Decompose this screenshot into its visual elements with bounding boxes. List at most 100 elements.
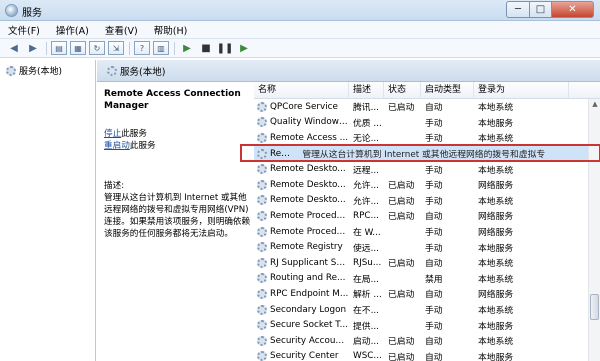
services-pane: 服务(本地) Remote Access Connection Manager … (97, 60, 600, 361)
restart-link-suffix: 此服务 (129, 141, 156, 151)
service-login-cell: 本地系统 (478, 134, 514, 145)
table-row[interactable]: Remote Deskto... 允许... 已启动 手动 本地系统 (254, 193, 588, 209)
service-status-cell: 已启动 (388, 259, 415, 270)
table-row[interactable]: Remote Deskto... 远程... 手动 本地系统 (254, 161, 588, 177)
service-status-cell: 已启动 (388, 290, 415, 301)
table-row[interactable]: Secondary Logon 在不... 手动 本地系统 (254, 302, 588, 318)
col-log-on-as[interactable]: 登录为 (474, 82, 569, 98)
service-startup-cell: 自动 (425, 290, 443, 301)
help-icon[interactable]: ? (134, 41, 150, 55)
vertical-scrollbar[interactable]: ▲ (588, 99, 600, 361)
service-startup-cell: 自动 (425, 259, 443, 270)
service-name-cell: Remote Deskto... (254, 164, 349, 175)
restart-service-line: 重启动此服务 (104, 140, 252, 152)
export-list-icon[interactable]: ⇲ (108, 41, 124, 55)
service-description-cell: 允许... (353, 196, 379, 207)
service-name-cell: Routing and Re... (254, 273, 349, 284)
table-row[interactable]: Quality Windows... 优质 ... 手动 本地服务 (254, 115, 588, 131)
column-headers: 名称 描述 状态 启动类型 登录为 (254, 82, 600, 99)
close-button[interactable]: ✕ (552, 1, 594, 18)
table-row[interactable]: Security Account... 启动... 已启动 自动 本地系统 (254, 333, 588, 349)
service-name-cell: Quality Windows... (254, 117, 349, 128)
table-row[interactable]: Security Center WSC... 已启动 自动 本地服务 (254, 349, 588, 361)
service-startup-cell: 自动 (425, 212, 443, 223)
menu-bar: 文件(F) 操作(A) 查看(V) 帮助(H) (0, 21, 600, 39)
service-status-cell: 已启动 (388, 352, 415, 361)
services-list: 名称 描述 状态 启动类型 登录为 QPCore Service 腾讯... 已启动… (254, 82, 600, 361)
restart-service-link[interactable]: 重启动 (104, 141, 130, 151)
console-tree: 服务(本地) (0, 60, 96, 361)
description-label: 描述: (104, 181, 125, 191)
service-rows: QPCore Service 腾讯... 已启动 自动 本地系统 Quality Wind… (254, 99, 588, 361)
service-startup-cell: 手动 (425, 181, 443, 192)
table-row[interactable]: Routing and Re... 在局... 禁用 本地系统 (254, 271, 588, 287)
table-row[interactable]: QPCore Service 腾讯... 已启动 自动 本地系统 (254, 99, 588, 115)
service-name-cell: Remote Procedu... (254, 226, 349, 237)
start-service-icon[interactable]: ▶ (179, 41, 195, 55)
scrollbar-thumb[interactable] (590, 294, 599, 320)
pane-header: 服务(本地) (97, 60, 600, 82)
service-login-cell: 本地系统 (478, 165, 514, 176)
service-gear-icon (257, 210, 267, 221)
service-login-cell: 网络服务 (478, 181, 514, 192)
col-status[interactable]: 状态 (384, 82, 421, 98)
pane-header-title: 服务(本地) (120, 66, 166, 78)
menu-view[interactable]: 查看(V) (105, 23, 138, 37)
table-row[interactable]: Remote Registry 使远... 手动 本地服务 (254, 239, 588, 255)
service-login-cell: 网络服务 (478, 212, 514, 223)
service-gear-icon (257, 288, 267, 299)
service-gear-icon (257, 101, 267, 112)
menu-action[interactable]: 操作(A) (56, 23, 89, 37)
table-row[interactable]: Remote Procedu... 在 W... 手动 网络服务 (254, 224, 588, 240)
action-pane-icon[interactable]: ▥ (153, 41, 169, 55)
forward-arrow-icon[interactable]: ▶ (25, 41, 41, 55)
service-name-cell: Security Account... (254, 335, 349, 346)
service-status-cell: 已启动 (388, 103, 415, 114)
service-gear-icon (257, 273, 267, 284)
pause-service-icon[interactable]: ❚❚ (217, 41, 234, 55)
service-status-cell: 已启动 (388, 196, 415, 207)
show-console-tree-icon[interactable]: ▤ (51, 41, 67, 55)
stop-service-line: 停止此服务 (104, 128, 252, 140)
service-status-cell: 已启动 (388, 212, 415, 223)
service-gear-icon (257, 164, 267, 175)
properties-icon[interactable]: ▦ (70, 41, 86, 55)
service-description-cell: 远程... (353, 165, 379, 176)
gear-icon (6, 65, 16, 76)
col-startup-type[interactable]: 启动类型 (421, 82, 474, 98)
service-login-cell: 本地系统 (478, 274, 514, 285)
stop-service-icon[interactable]: ■ (198, 41, 214, 55)
minimize-button[interactable]: ─ (506, 1, 530, 18)
menu-file[interactable]: 文件(F) (8, 23, 40, 37)
service-gear-icon (257, 132, 267, 143)
service-description-cell: 解析 ... (353, 290, 382, 301)
table-row[interactable]: RPC Endpoint M... 解析 ... 已启动 自动 网络服务 (254, 286, 588, 302)
service-description-cell: 启动... (353, 337, 379, 348)
table-row[interactable]: Remote Procedu... RPC... 已启动 自动 网络服务 (254, 208, 588, 224)
service-description-cell: 使远... (353, 243, 379, 254)
table-row[interactable]: RJ Supplicant Se... RJSu... 已启动 自动 本地系统 (254, 255, 588, 271)
service-gear-icon (257, 320, 267, 331)
service-gear-icon (257, 226, 267, 237)
col-description[interactable]: 描述 (349, 82, 384, 98)
service-gear-icon (257, 257, 267, 268)
service-login-cell: 本地服务 (478, 352, 514, 361)
back-arrow-icon[interactable]: ◀ (6, 41, 22, 55)
col-name[interactable]: 名称 (254, 82, 349, 98)
scroll-up-icon[interactable]: ▲ (589, 99, 600, 110)
service-name-text: Remote Procedu... (270, 210, 349, 221)
service-name-text: Quality Windows... (270, 117, 349, 128)
restart-service-icon[interactable]: ▶ (236, 41, 252, 55)
service-startup-cell: 手动 (425, 243, 443, 254)
refresh-icon[interactable]: ↻ (89, 41, 105, 55)
tree-node-services-local[interactable]: 服务(本地) (6, 64, 62, 77)
tree-node-label: 服务(本地) (19, 67, 63, 77)
maximize-button[interactable]: □ (530, 1, 552, 18)
service-status-cell: 已启动 (388, 181, 415, 192)
table-row[interactable]: Remote Deskto... 允许... 已启动 手动 网络服务 (254, 177, 588, 193)
service-startup-cell: 手动 (425, 118, 443, 129)
service-name-text: Remote Registry (270, 242, 343, 253)
table-row[interactable]: Secure Socket T... 提供... 手动 本地服务 (254, 317, 588, 333)
menu-help[interactable]: 帮助(H) (154, 23, 188, 37)
stop-service-link[interactable]: 停止 (104, 129, 121, 139)
